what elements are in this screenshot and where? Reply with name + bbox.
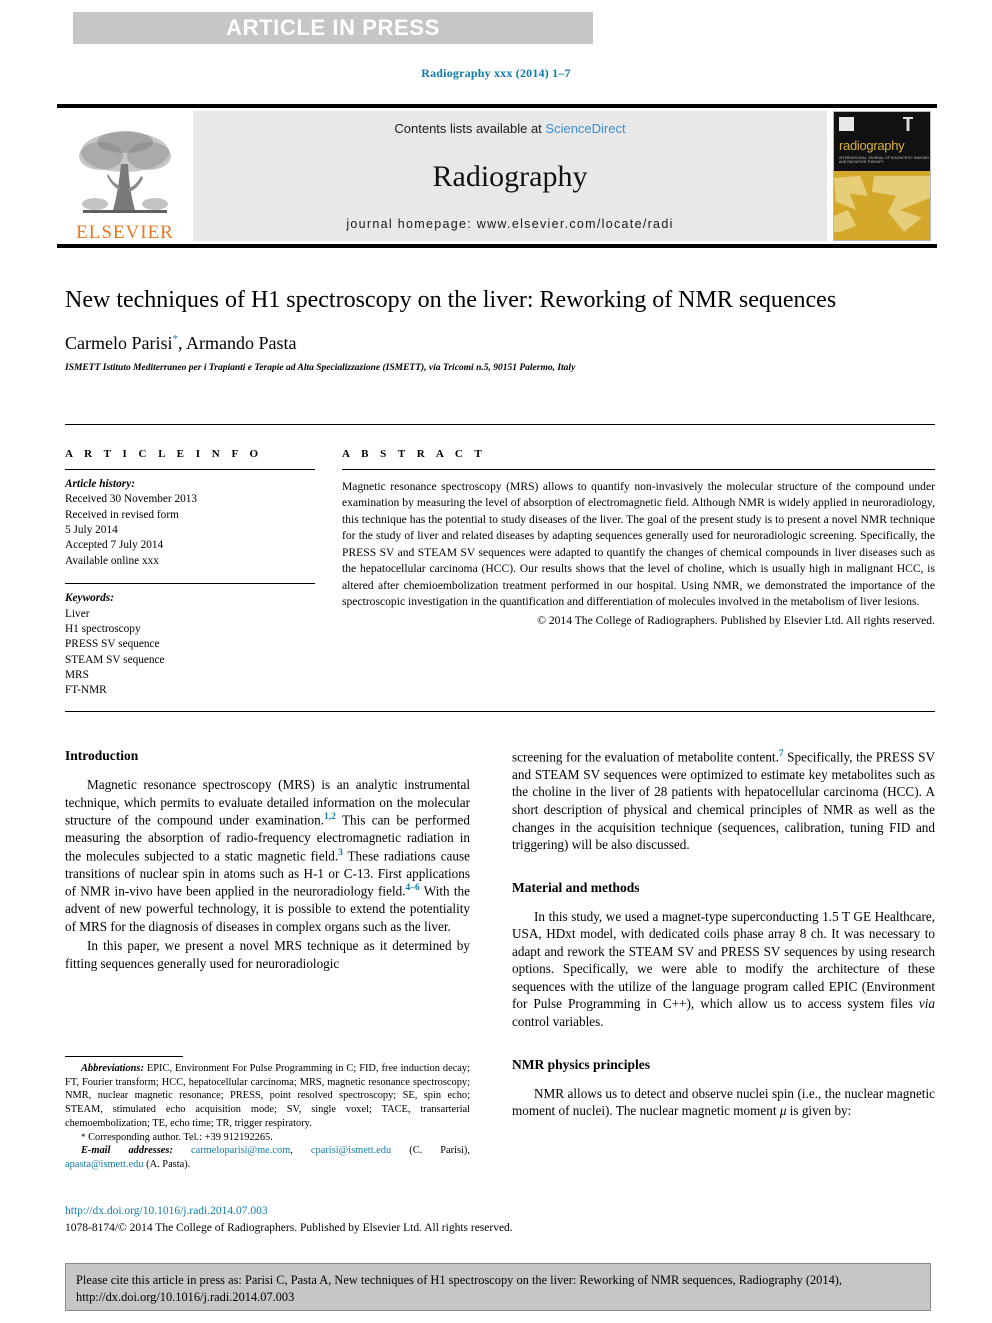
history-item: 5 July 2014: [65, 524, 118, 537]
corresponding-author-text: Corresponding author. Tel.: +39 91219226…: [85, 1131, 273, 1143]
history-item: Available online xxx: [65, 554, 159, 567]
article-info-heading: A R T I C L E I N F O: [65, 448, 263, 460]
methods-p1-italic: via: [918, 996, 935, 1012]
abstract-copyright: © 2014 The College of Radiographers. Pub…: [537, 613, 935, 627]
keyword-item: FT-NMR: [65, 684, 107, 697]
divider-after-title: [65, 424, 935, 425]
divider-after-abstract: [65, 711, 935, 712]
sciencedirect-link[interactable]: ScienceDirect: [545, 121, 625, 136]
email-link-2[interactable]: cparisi@ismett.edu: [311, 1145, 391, 1156]
article-in-press-banner: ARTICLE IN PRESS: [73, 12, 593, 44]
cover-journal-title: radiography: [839, 138, 905, 153]
contents-lists-prefix: Contents lists available at: [394, 121, 546, 136]
cover-starburst-graphic: [834, 176, 930, 233]
abstract-text: Magnetic resonance spectroscopy (MRS) al…: [342, 480, 935, 609]
masthead-center-panel: Contents lists available at ScienceDirec…: [193, 111, 827, 241]
contents-lists-line: Contents lists available at ScienceDirec…: [394, 121, 625, 136]
nmr-p1-part-a: NMR allows us to detect and observe nucl…: [512, 1085, 935, 1119]
methods-paragraph-1: In this study, we used a magnet-type sup…: [512, 908, 935, 1031]
nmr-p1-part-b: is given by:: [786, 1103, 852, 1119]
divider-article-info: [65, 469, 315, 470]
keywords-block: Keywords: Liver H1 spectroscopy PRESS SV…: [65, 591, 315, 699]
section-heading-introduction: Introduction: [65, 748, 139, 763]
elsevier-tree-icon: [79, 131, 171, 213]
email-link-3[interactable]: apasta@ismett.edu: [65, 1159, 144, 1170]
cover-badge-icon: [839, 117, 854, 131]
article-history-label: Article history:: [65, 478, 135, 490]
author-secondary: , Armando Pasta: [177, 333, 297, 354]
divider-keywords: [65, 583, 315, 585]
imprint-copyright: 1078-8174/© 2014 The College of Radiogra…: [65, 1222, 513, 1234]
divider-footnotes: [65, 1056, 183, 1057]
section-heading-material-and-methods: Material and methods: [512, 879, 640, 895]
title-block: New techniques of H1 spectroscopy on the…: [65, 286, 935, 373]
body-column-left: Introduction Magnetic resonance spectros…: [65, 748, 470, 974]
email-footnote: E-mail addresses: carmeloparisi@me.com, …: [65, 1145, 470, 1171]
corresponding-author-footnote: * Corresponding author. Tel.: +39 912192…: [65, 1131, 470, 1145]
email-addresses-label: E-mail addresses:: [81, 1145, 173, 1157]
right-p1-part-a: screening for the evaluation of metaboli…: [512, 749, 779, 765]
cover-journal-subtitle: INTERNATIONAL JOURNAL OF DIAGNOSTIC IMAG…: [839, 156, 930, 164]
author-affiliation: ISMETT Istituto Mediterraneo per i Trapi…: [65, 363, 576, 374]
email-link-1[interactable]: carmeloparisi@me.com: [191, 1145, 290, 1156]
citation-ref[interactable]: 1,2: [324, 812, 336, 822]
methods-p1-part-b: control variables.: [512, 1013, 604, 1029]
journal-masthead: ELSEVIER Contents lists available at Sci…: [57, 104, 937, 248]
running-head-citation: Radiography xxx (2014) 1–7: [421, 66, 571, 80]
intro-paragraph-1: Magnetic resonance spectroscopy (MRS) is…: [65, 776, 470, 935]
keyword-item: Liver: [65, 607, 90, 620]
journal-cover-block: radiography INTERNATIONAL JOURNAL OF DIA…: [827, 108, 937, 244]
history-item: Received in revised form: [65, 508, 179, 521]
methods-p1-part-a: In this study, we used a magnet-type sup…: [512, 908, 935, 1012]
journal-homepage-line[interactable]: journal homepage: www.elsevier.com/locat…: [346, 217, 673, 231]
citation-notice-box: Please cite this article in press as: Pa…: [65, 1263, 931, 1311]
email-author-1: (C. Parisi),: [391, 1145, 470, 1157]
keyword-item: PRESS SV sequence: [65, 638, 160, 651]
citation-ref[interactable]: 4–6: [406, 883, 420, 893]
keywords-label: Keywords:: [65, 592, 114, 605]
footnote-block: Abbreviations: EPIC, Environment For Pul…: [65, 1062, 470, 1172]
journal-title: Radiography: [432, 159, 588, 193]
intro-paragraph-2: In this paper, we present a novel MRS te…: [65, 938, 470, 971]
keyword-item: H1 spectroscopy: [65, 622, 141, 635]
section-heading-nmr-physics-principles: NMR physics principles: [512, 1056, 651, 1072]
abstract-column: A B S T R A C T Magnetic resonance spect…: [342, 448, 935, 627]
email-author-2: (A. Pasta).: [143, 1159, 191, 1171]
divider-abstract: [342, 469, 935, 470]
nmr-paragraph-1: NMR allows us to detect and observe nucl…: [512, 1085, 935, 1120]
elsevier-logo: ELSEVIER: [57, 108, 193, 244]
author-primary: Carmelo Parisi: [65, 333, 173, 354]
page-title: New techniques of H1 spectroscopy on the…: [65, 287, 837, 313]
abbreviations-footnote: Abbreviations: EPIC, Environment For Pul…: [65, 1062, 470, 1131]
elsevier-wordmark: ELSEVIER: [76, 222, 174, 243]
article-history-block: Article history: Received 30 November 20…: [65, 477, 315, 569]
intro-continued-paragraph: screening for the evaluation of metaboli…: [512, 748, 935, 854]
right-p1-part-b: Specifically, the PRESS SV and STEAM SV …: [512, 749, 936, 853]
journal-cover-thumbnail: radiography INTERNATIONAL JOURNAL OF DIA…: [833, 111, 931, 241]
doi-link[interactable]: http://dx.doi.org/10.1016/j.radi.2014.07…: [65, 1205, 268, 1217]
body-column-right: screening for the evaluation of metaboli…: [512, 748, 935, 1122]
abbreviations-label: Abbreviations:: [81, 1063, 144, 1074]
history-item: Accepted 7 July 2014: [65, 539, 164, 552]
history-item: Received 30 November 2013: [65, 493, 198, 506]
abstract-heading: A B S T R A C T: [342, 448, 487, 460]
cover-xray-icon: [903, 117, 913, 131]
keyword-item: STEAM SV sequence: [65, 653, 165, 666]
article-info-column: A R T I C L E I N F O Article history: R…: [65, 448, 315, 699]
keyword-item: MRS: [65, 668, 89, 681]
article-in-press-label: ARTICLE IN PRESS: [226, 15, 440, 40]
author-list: Carmelo Parisi*, Armando Pasta: [65, 333, 935, 354]
